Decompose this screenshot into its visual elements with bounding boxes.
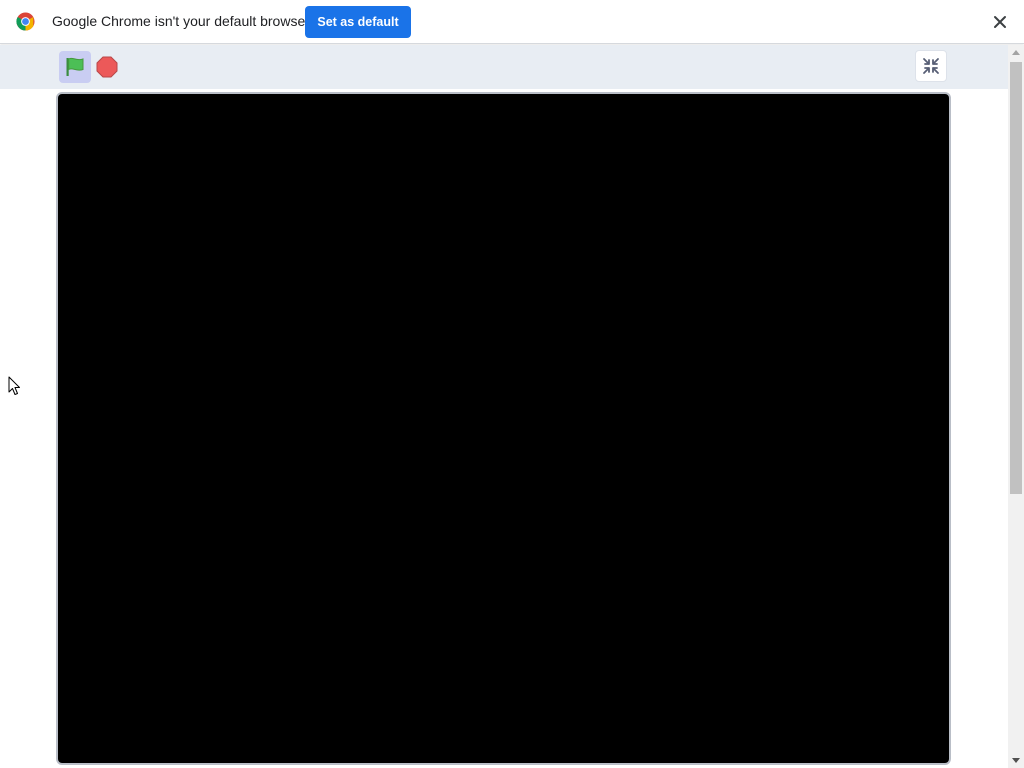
green-flag-icon: [66, 57, 84, 76]
vertical-scrollbar[interactable]: [1008, 45, 1024, 768]
set-as-default-button[interactable]: Set as default: [305, 6, 411, 38]
project-stage[interactable]: [56, 92, 951, 765]
default-browser-infobar: Google Chrome isn't your default browser…: [0, 0, 1024, 44]
close-icon[interactable]: [989, 11, 1011, 33]
mouse-pointer-icon: [8, 376, 20, 395]
infobar-message: Google Chrome isn't your default browser: [52, 13, 310, 29]
player-controls-bar: [0, 45, 1008, 89]
chrome-logo-icon: [16, 12, 35, 31]
exit-fullscreen-button[interactable]: [915, 50, 947, 82]
exit-fullscreen-icon: [923, 58, 939, 74]
scrollbar-thumb[interactable]: [1010, 62, 1022, 494]
stop-sign-icon[interactable]: [96, 56, 118, 78]
scroll-down-arrow-icon[interactable]: [1012, 758, 1020, 763]
scroll-up-arrow-icon[interactable]: [1012, 50, 1020, 55]
green-flag-button[interactable]: [59, 51, 91, 83]
